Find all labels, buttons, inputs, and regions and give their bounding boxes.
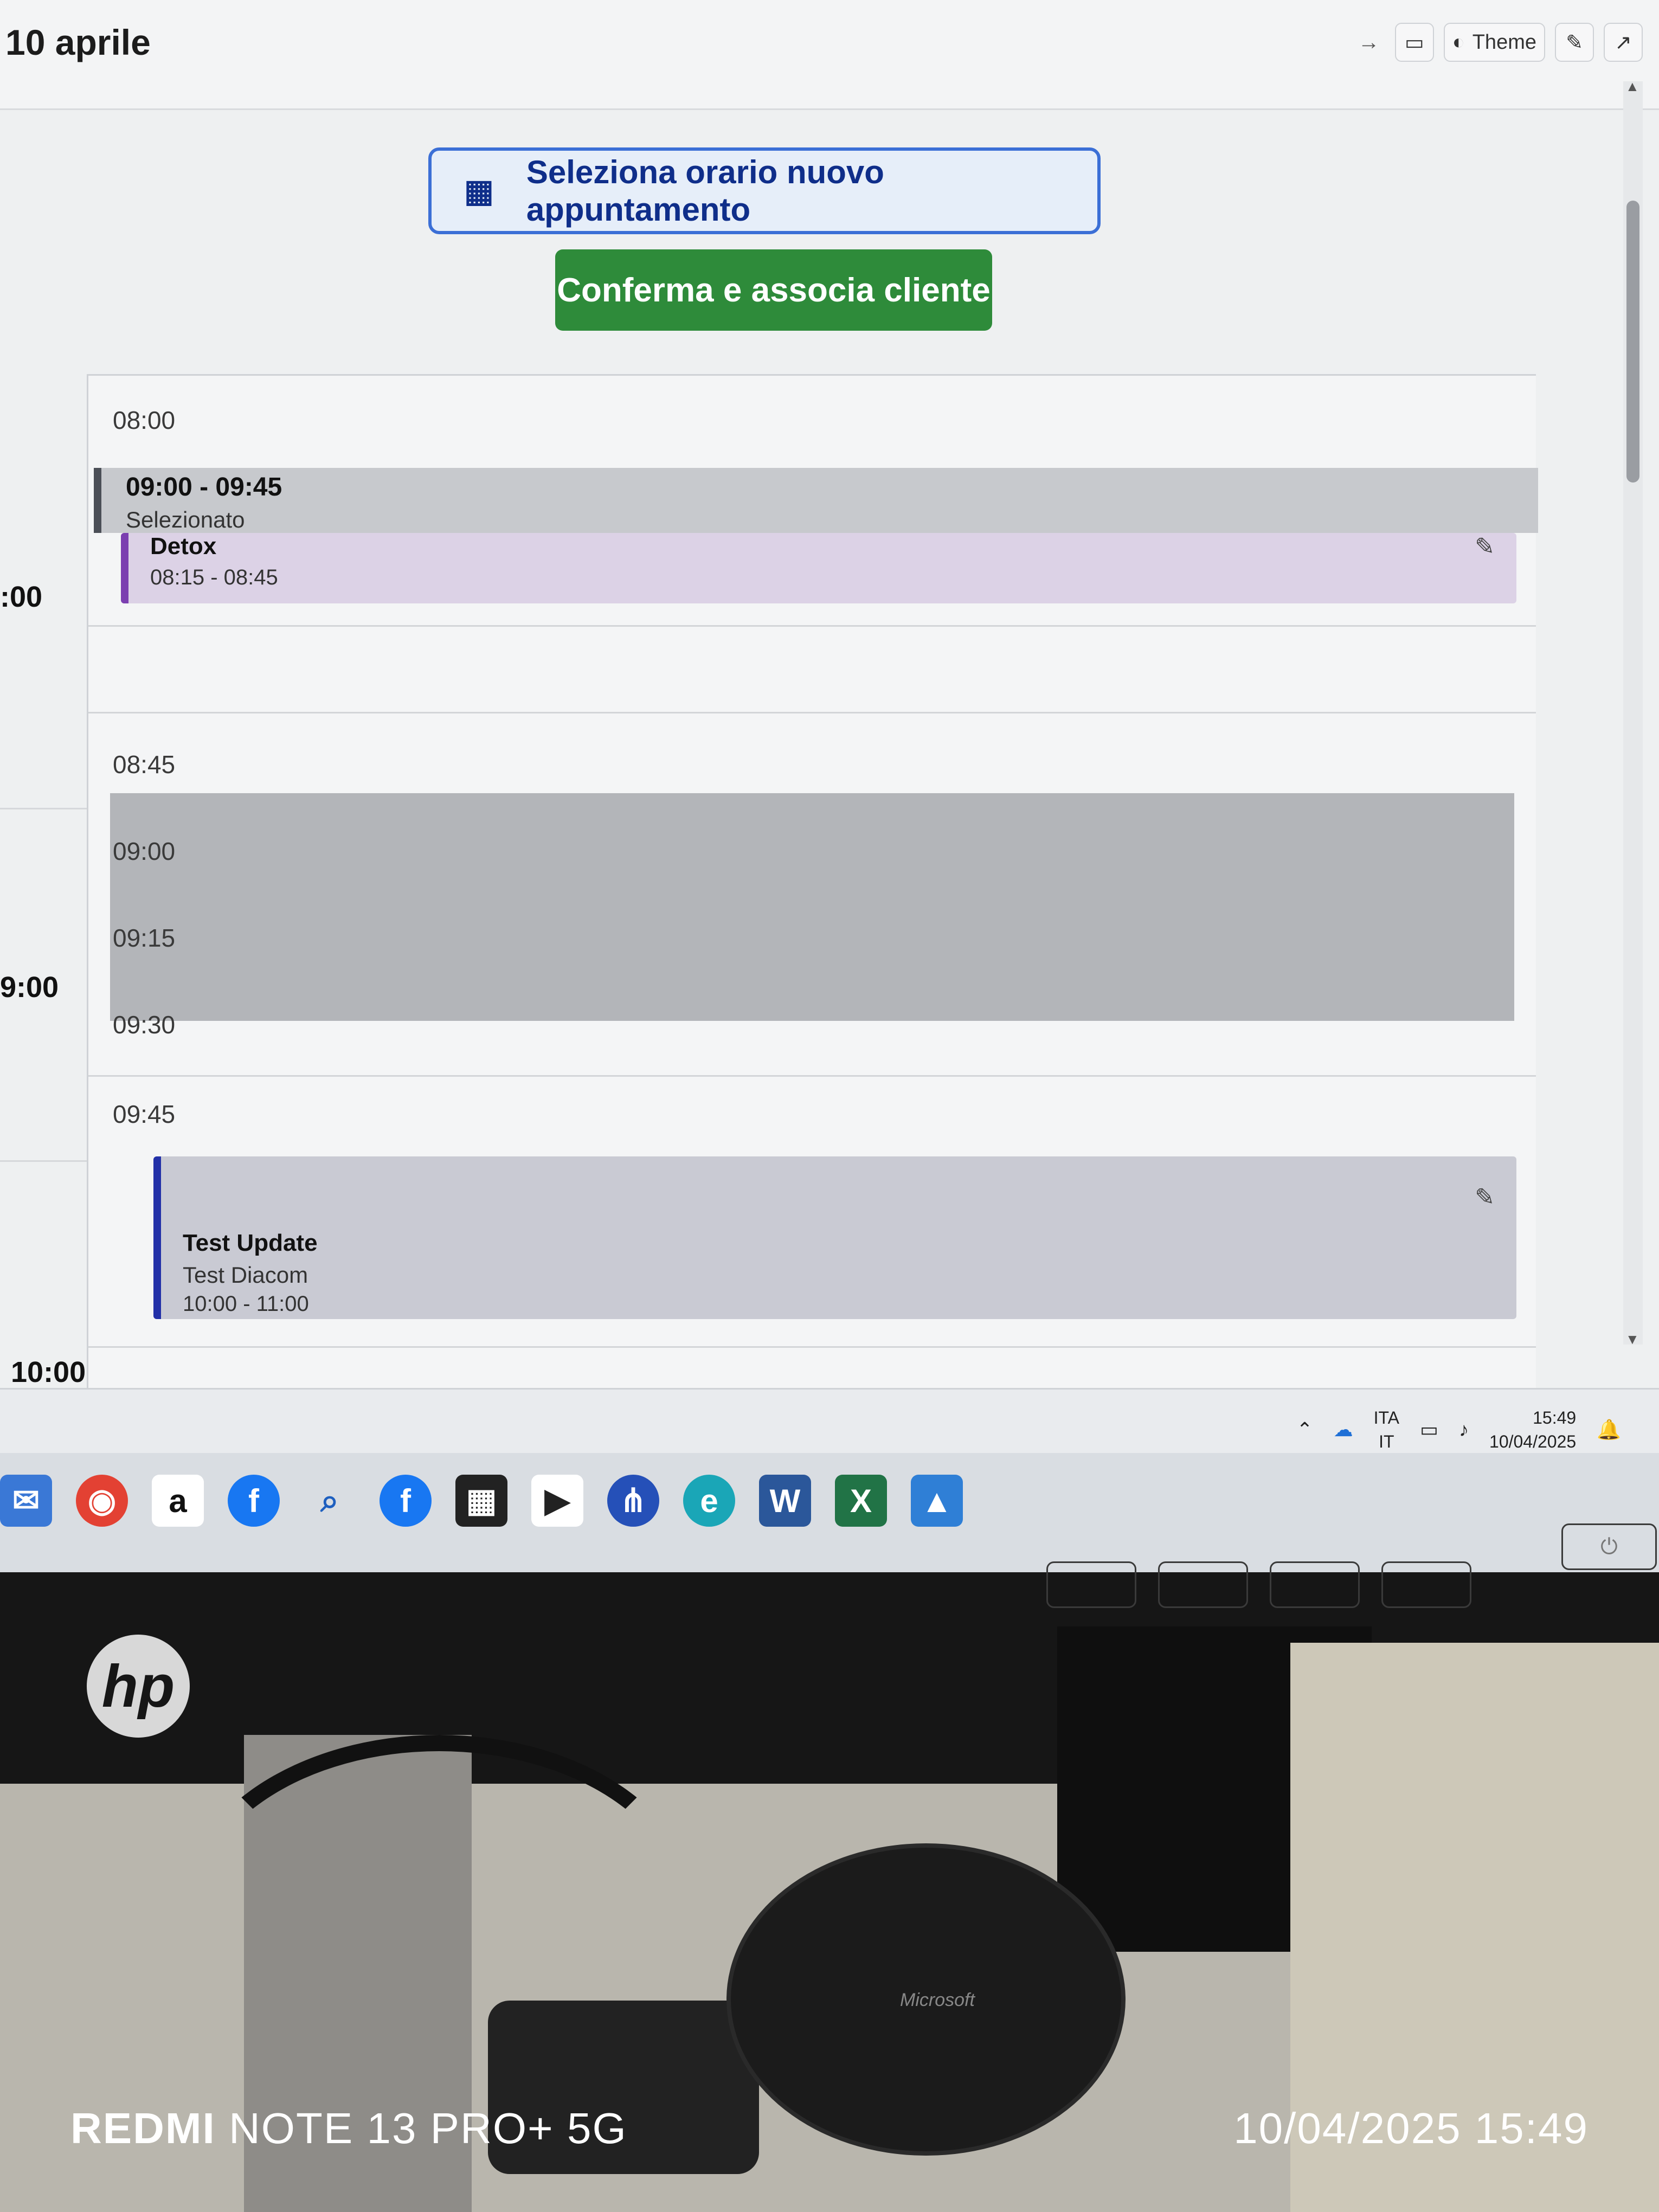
chevron-up-icon[interactable]: ⌃ (1296, 1418, 1313, 1441)
store-icon[interactable]: ▦ (455, 1475, 507, 1527)
word-icon[interactable]: W (759, 1475, 811, 1527)
monitor-menu-button[interactable] (1158, 1561, 1248, 1608)
theme-label: Theme (1472, 30, 1536, 54)
media-player-icon[interactable]: ▶ (531, 1475, 583, 1527)
slot-label: 08:00 (113, 406, 176, 434)
slot-label: 09:15 (113, 924, 176, 952)
taskbar-icons: ✉ ◉ a f ⌕ f ▦ ▶ ⋔ e W X ▲ (0, 1475, 963, 1527)
monitor-button[interactable]: ▭ (1394, 23, 1434, 62)
slot-label: 08:45 (113, 750, 176, 779)
power-button[interactable]: ⏻ (1561, 1523, 1657, 1570)
facebook-icon[interactable]: f (380, 1475, 432, 1527)
external-link-icon: ↗ (1615, 31, 1632, 54)
monitor-menu-button[interactable] (1381, 1561, 1471, 1608)
search-icon[interactable]: ⌕ (304, 1475, 356, 1527)
network-icon[interactable]: ▭ (1420, 1418, 1438, 1441)
wrench-icon: ✎ (1566, 31, 1583, 54)
appointment-subtitle: Test Diacom (183, 1262, 308, 1288)
theme-button[interactable]: ◐ Theme (1443, 23, 1545, 62)
device-model: NOTE 13 PRO+ 5G (229, 2104, 627, 2152)
edge-icon[interactable]: e (683, 1475, 735, 1527)
monitor-icon: ▭ (1404, 31, 1424, 54)
slot-divider (88, 625, 1536, 627)
hour-label: :00 (0, 581, 43, 613)
scrollbar[interactable]: ▲ ▼ (1623, 78, 1643, 1348)
clock-date: 10/04/2025 (1489, 1432, 1577, 1451)
mail-icon[interactable]: ✉ (0, 1475, 52, 1527)
slot-label: 09:45 (113, 1100, 176, 1128)
photo-watermark-timestamp: 10/04/2025 15:49 (1233, 2104, 1589, 2152)
appointment-time: 08:15 - 08:45 (150, 565, 278, 589)
selected-time: 09:00 - 09:45 (126, 473, 282, 501)
hp-logo: hp (87, 1635, 190, 1738)
monitor-buttons (1046, 1561, 1471, 1608)
appointment-time: 10:00 - 11:00 (183, 1292, 309, 1316)
clock-time: 15:49 (1533, 1408, 1577, 1427)
selected-status: Selezionato (126, 507, 245, 532)
language-label: ITA (1373, 1408, 1399, 1427)
toolbar: → ▭ ◐ Theme ✎ ↗ (1353, 23, 1643, 62)
hour-label: 9:00 (0, 971, 59, 1004)
slot-label: 09:30 (113, 1011, 176, 1039)
notification-bell-icon[interactable]: 🔔 (1597, 1418, 1621, 1441)
device-brand: REDMI (70, 2104, 216, 2152)
top-bar: 10 aprile → ▭ ◐ Theme ✎ ↗ (0, 0, 1659, 110)
busy-block (110, 793, 1514, 1021)
appointment-detox[interactable]: Detox 08:15 - 08:45 ✎ (121, 533, 1516, 603)
appointment-test-update[interactable]: Test Update Test Diacom 10:00 - 11:00 ✎ (153, 1156, 1516, 1319)
power-icon: ⏻ (1600, 1534, 1618, 1559)
screen: 10 aprile → ▭ ◐ Theme ✎ ↗ ▲ ▼ ▦ Selezion… (0, 0, 1659, 1486)
photos-icon[interactable]: ▲ (911, 1475, 963, 1527)
slot-label: 09:00 (113, 837, 176, 865)
arrow-right-icon[interactable]: → (1353, 30, 1385, 55)
open-external-button[interactable]: ↗ (1604, 23, 1643, 62)
tray-area: ⌃ ☁ ITA IT ▭ ♪ 15:49 10/04/2025 🔔 (1296, 1406, 1621, 1454)
select-time-label: Seleziona orario nuovo appuntamento (526, 154, 884, 228)
day-grid[interactable]: 08:00 09:00 - 09:45 Selezionato Detox 08… (87, 374, 1538, 1486)
selected-slot[interactable]: 09:00 - 09:45 Selezionato (94, 468, 1538, 533)
amazon-icon[interactable]: a (152, 1475, 204, 1527)
edit-pencil-icon[interactable]: ✎ (1475, 533, 1495, 561)
appointment-title: Test Update (183, 1230, 318, 1256)
confirm-label: Conferma e associa cliente (557, 271, 991, 309)
photo-watermark-device: REDMI NOTE 13 PRO+ 5G (70, 2104, 627, 2153)
edit-pencil-icon[interactable]: ✎ (1475, 1184, 1495, 1211)
calendar-icon: ▦ (464, 173, 494, 209)
scroll-down-icon[interactable]: ▼ (1625, 1331, 1639, 1348)
keyboard-label: IT (1379, 1432, 1394, 1451)
onedrive-cloud-icon[interactable]: ☁ (1334, 1418, 1353, 1441)
monitor-menu-button[interactable] (1270, 1561, 1360, 1608)
slot-divider (88, 712, 1536, 713)
select-time-button[interactable]: ▦ Seleziona orario nuovo appuntamento (428, 147, 1101, 234)
palette-icon: ◐ (1452, 30, 1465, 54)
slot-divider (88, 1075, 1536, 1077)
wrench-button[interactable]: ✎ (1555, 23, 1594, 62)
chrome-icon[interactable]: ◉ (76, 1475, 128, 1527)
excel-icon[interactable]: X (835, 1475, 887, 1527)
scroll-up-icon[interactable]: ▲ (1625, 78, 1639, 95)
facebook-icon[interactable]: f (228, 1475, 280, 1527)
confirm-button[interactable]: Conferma e associa cliente (555, 249, 992, 331)
receiver-brand: Microsoft (900, 1990, 975, 2010)
volume-icon[interactable]: ♪ (1459, 1418, 1469, 1441)
page-title: 10 aprile (5, 22, 151, 62)
share-icon[interactable]: ⋔ (607, 1475, 659, 1527)
slot-divider (88, 1346, 1536, 1348)
language-indicator[interactable]: ITA IT (1374, 1406, 1399, 1454)
appointment-title: Detox (150, 533, 217, 560)
scroll-thumb[interactable] (1626, 201, 1639, 483)
hour-label: 10:00 (11, 1356, 86, 1388)
monitor-menu-button[interactable] (1046, 1561, 1136, 1608)
clock[interactable]: 15:49 10/04/2025 (1489, 1406, 1576, 1454)
